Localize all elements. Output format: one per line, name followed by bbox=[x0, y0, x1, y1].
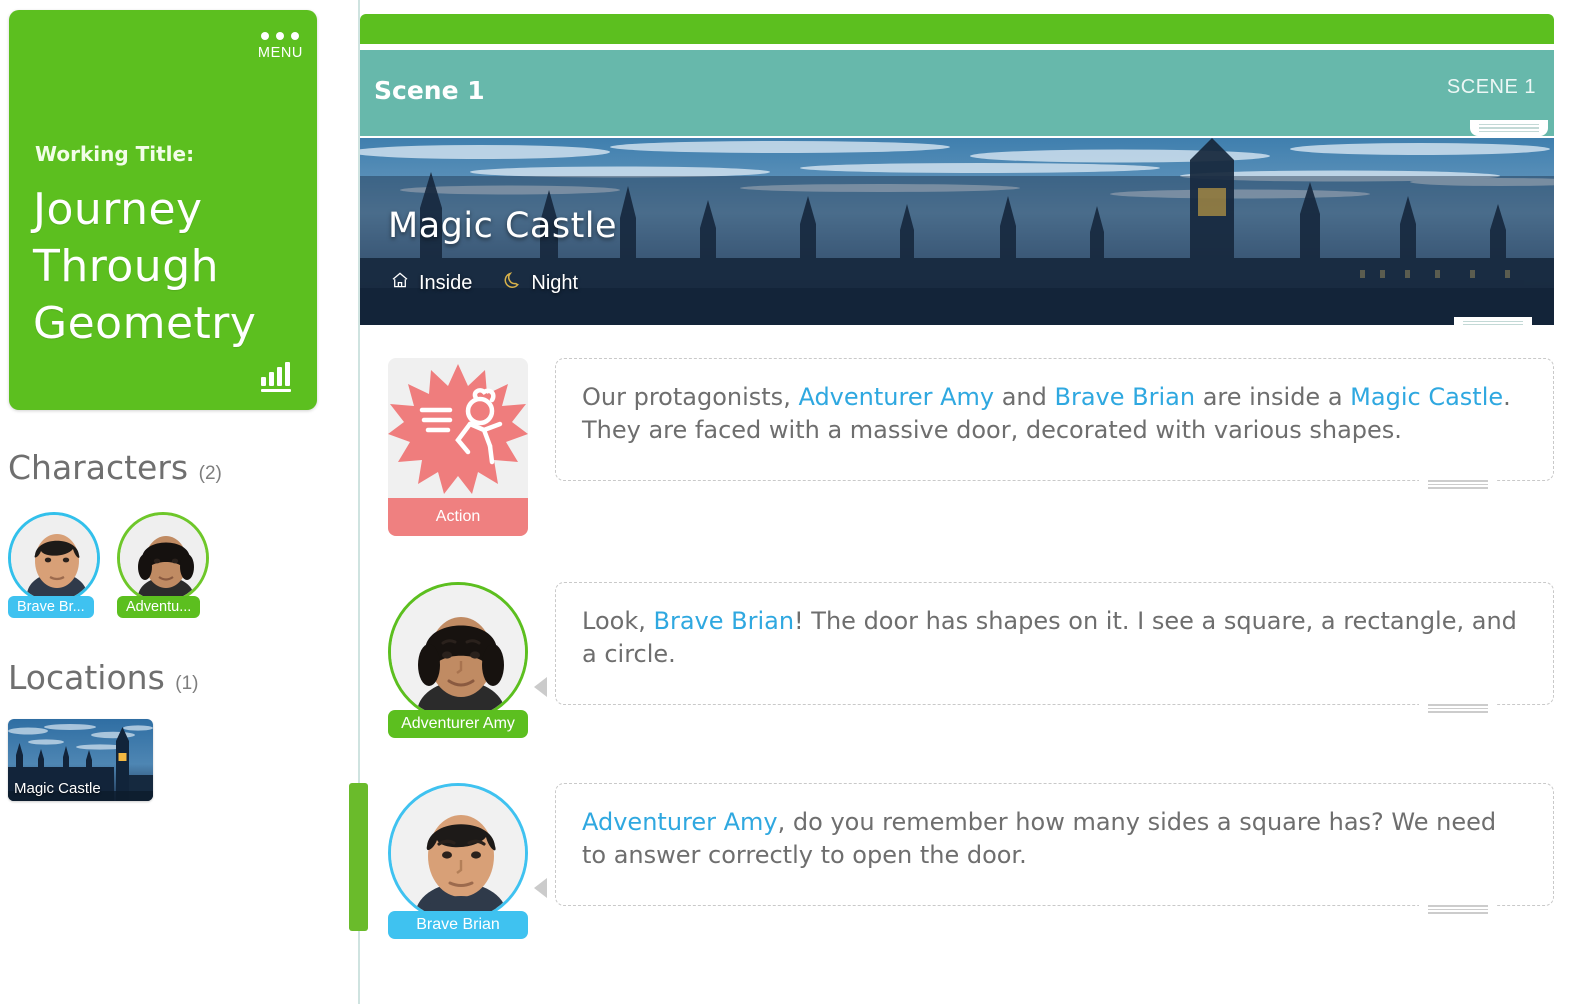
characters-section-heading: Characters (2) bbox=[8, 448, 222, 487]
bubble-tail bbox=[534, 677, 547, 697]
scene-header[interactable]: Scene 1 SCENE 1 bbox=[360, 50, 1554, 136]
location-name-label: Magic Castle bbox=[14, 780, 101, 797]
locations-count: (1) bbox=[175, 673, 199, 694]
dialogue-text-bubble[interactable]: Adventurer Amy, do you remember how many… bbox=[555, 783, 1554, 918]
banner-interior-meta[interactable]: Inside bbox=[390, 270, 472, 296]
home-icon bbox=[390, 270, 410, 296]
avatar bbox=[117, 512, 209, 604]
bubble-tail bbox=[534, 878, 547, 898]
avatar bbox=[388, 582, 528, 722]
script-block-dialogue-amy: Adventurer Amy Look, Brave Brian! The do… bbox=[388, 582, 1554, 738]
entity-reference-link[interactable]: Adventurer Amy bbox=[582, 808, 778, 836]
plain-text-run: Our protagonists, bbox=[582, 383, 799, 411]
characters-list: Brave Br... Adventu... bbox=[8, 512, 209, 618]
character-chip-label: Adventu... bbox=[117, 596, 201, 618]
locations-heading-text: Locations bbox=[8, 658, 165, 697]
banner-resize-grip[interactable] bbox=[1454, 317, 1532, 325]
action-text-bubble[interactable]: Our protagonists, Adventurer Amy and Bra… bbox=[555, 358, 1554, 493]
project-title-card[interactable]: MENU Working Title: Journey Through Geom… bbox=[9, 10, 317, 410]
bar-chart-icon[interactable] bbox=[261, 362, 291, 392]
character-chip-label: Brave Br... bbox=[8, 596, 94, 618]
scene-top-accent-bar bbox=[360, 14, 1554, 44]
main-panel: Scene 1 SCENE 1 Magic Castle Inside Nigh… bbox=[349, 0, 1570, 1004]
banner-meta-row: Inside Night bbox=[390, 270, 578, 296]
action-text: Our protagonists, Adventurer Amy and Bra… bbox=[582, 383, 1511, 444]
ellipsis-icon bbox=[258, 32, 303, 40]
scene-tag: SCENE 1 bbox=[1446, 76, 1536, 98]
banner-dim-overlay bbox=[360, 176, 1554, 325]
characters-heading-text: Characters bbox=[8, 448, 189, 487]
banner-location-title: Magic Castle bbox=[388, 206, 618, 246]
dialogue-text: Adventurer Amy, do you remember how many… bbox=[582, 808, 1496, 869]
plain-text-run: and bbox=[994, 383, 1055, 411]
entity-reference-link[interactable]: Brave Brian bbox=[1055, 383, 1196, 411]
character-item-brave-brian[interactable]: Brave Br... bbox=[8, 512, 100, 618]
project-menu-button[interactable]: MENU bbox=[258, 32, 303, 61]
banner-time-meta[interactable]: Night bbox=[502, 270, 578, 296]
block-resize-grip[interactable] bbox=[1419, 700, 1497, 717]
moon-icon bbox=[502, 270, 522, 296]
plain-text-run: are inside a bbox=[1195, 383, 1351, 411]
action-type-card[interactable]: Action bbox=[388, 358, 528, 536]
script-block-action: Action Our protagonists, Adventurer Amy … bbox=[388, 358, 1554, 536]
location-banner[interactable]: Magic Castle Inside Night bbox=[360, 138, 1554, 325]
avatar bbox=[8, 512, 100, 604]
block-resize-grip[interactable] bbox=[1419, 901, 1497, 918]
block-resize-grip[interactable] bbox=[1419, 476, 1497, 493]
entity-reference-link[interactable]: Adventurer Amy bbox=[798, 383, 994, 411]
banner-time-label: Night bbox=[531, 271, 579, 294]
working-title-label: Working Title: bbox=[35, 142, 195, 166]
speaker-name-chip: Brave Brian bbox=[388, 911, 528, 939]
action-burst-icon bbox=[388, 358, 528, 498]
block-drag-marker[interactable] bbox=[349, 783, 368, 931]
characters-count: (2) bbox=[198, 463, 222, 484]
character-item-adventurer-amy[interactable]: Adventu... bbox=[117, 512, 209, 618]
speaker-brave-brian[interactable]: Brave Brian bbox=[388, 783, 528, 939]
entity-reference-link[interactable]: Brave Brian bbox=[653, 607, 794, 635]
action-card-label: Action bbox=[388, 498, 528, 536]
sidebar: MENU Working Title: Journey Through Geom… bbox=[0, 0, 340, 1004]
plain-text-run: Look, bbox=[582, 607, 654, 635]
dialogue-text: Look, Brave Brian! The door has shapes o… bbox=[582, 607, 1517, 668]
project-title: Journey Through Geometry bbox=[33, 184, 257, 349]
location-item-magic-castle[interactable]: Magic Castle bbox=[8, 719, 153, 801]
locations-section-heading: Locations (1) bbox=[8, 658, 199, 697]
banner-interior-label: Inside bbox=[419, 271, 473, 294]
app-root: MENU Working Title: Journey Through Geom… bbox=[0, 0, 1570, 1004]
script-block-dialogue-brian: Brave Brian Adventurer Amy, do you remem… bbox=[388, 783, 1554, 939]
avatar bbox=[388, 783, 528, 923]
scene-resize-grip[interactable] bbox=[1470, 120, 1548, 136]
dialogue-text-bubble[interactable]: Look, Brave Brian! The door has shapes o… bbox=[555, 582, 1554, 717]
scene-title: Scene 1 bbox=[374, 76, 485, 105]
project-menu-label: MENU bbox=[257, 45, 303, 61]
speaker-adventurer-amy[interactable]: Adventurer Amy bbox=[388, 582, 528, 738]
speaker-name-chip: Adventurer Amy bbox=[388, 710, 528, 738]
entity-reference-link[interactable]: Magic Castle bbox=[1350, 383, 1503, 411]
